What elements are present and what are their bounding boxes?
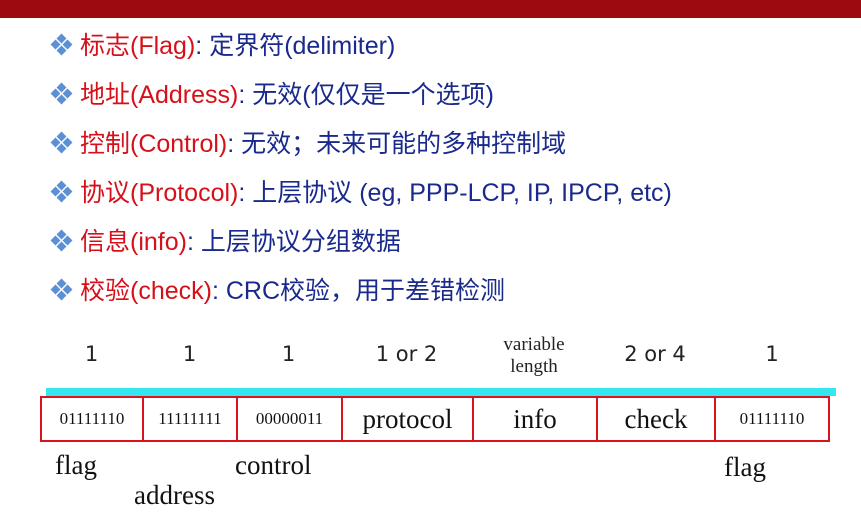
title-bar	[0, 0, 861, 18]
size-label-info: variable length	[503, 334, 565, 377]
bullet-protocol: 协议(Protocol): 上层协议 (eg, PPP-LCP, IP, IPC…	[50, 173, 672, 213]
diamond-bullet-icon	[50, 82, 73, 105]
field-protocol: protocol	[341, 396, 474, 442]
size-label-check: 2 or 4	[624, 342, 686, 366]
field-flag-start: 01111110	[40, 396, 144, 442]
bullet-term: 信息(info)	[80, 228, 187, 256]
label-flag-left: flag	[55, 450, 97, 480]
bullet-desc: : CRC校验，用于差错检测	[211, 277, 506, 305]
size-label-address: 1	[182, 342, 197, 366]
field-control: 00000011	[236, 396, 343, 442]
diamond-bullet-icon	[50, 180, 73, 203]
field-flag-end: 01111110	[714, 396, 830, 442]
bullet-term: 协议(Protocol)	[80, 179, 239, 207]
bullet-desc: : 上层协议分组数据	[186, 228, 401, 256]
size-label-control: 1	[281, 342, 296, 366]
label-flag-right: flag	[724, 452, 766, 482]
bullet-desc: : 无效；未来可能的多种控制域	[227, 130, 567, 158]
field-info: info	[472, 396, 598, 442]
bullet-term: 地址(Address)	[80, 81, 239, 109]
bullet-info: 信息(info): 上层协议分组数据	[50, 222, 401, 262]
bullet-check: 校验(check): CRC校验，用于差错检测	[50, 271, 506, 311]
size-label-flag-end: 1	[765, 342, 779, 366]
bullet-control: 控制(Control): 无效；未来可能的多种控制域	[50, 124, 567, 164]
label-control: control	[235, 450, 312, 480]
bullet-desc: : 上层协议 (eg, PPP-LCP, IP, IPCP, etc)	[238, 179, 672, 207]
size-label-protocol: 1 or 2	[375, 342, 438, 366]
diamond-bullet-icon	[50, 229, 73, 252]
bullet-desc: : 定界符(delimiter)	[195, 32, 396, 60]
bullet-address: 地址(Address): 无效(仅仅是一个选项)	[50, 75, 494, 115]
frame-highlight-bar	[46, 388, 836, 396]
bullet-term: 控制(Control)	[80, 130, 228, 158]
diamond-bullet-icon	[50, 33, 73, 56]
diamond-bullet-icon	[50, 278, 73, 301]
size-label-flag: 1	[84, 342, 99, 366]
bullet-desc: : 无效(仅仅是一个选项)	[238, 81, 494, 109]
diamond-bullet-icon	[50, 131, 73, 154]
bullet-term: 校验(check)	[80, 277, 212, 305]
label-address: address	[134, 480, 215, 510]
field-check: check	[596, 396, 716, 442]
bullet-term: 标志(Flag)	[80, 32, 196, 60]
field-address: 11111111	[142, 396, 238, 442]
bullet-flag: 标志(Flag): 定界符(delimiter)	[50, 26, 396, 66]
